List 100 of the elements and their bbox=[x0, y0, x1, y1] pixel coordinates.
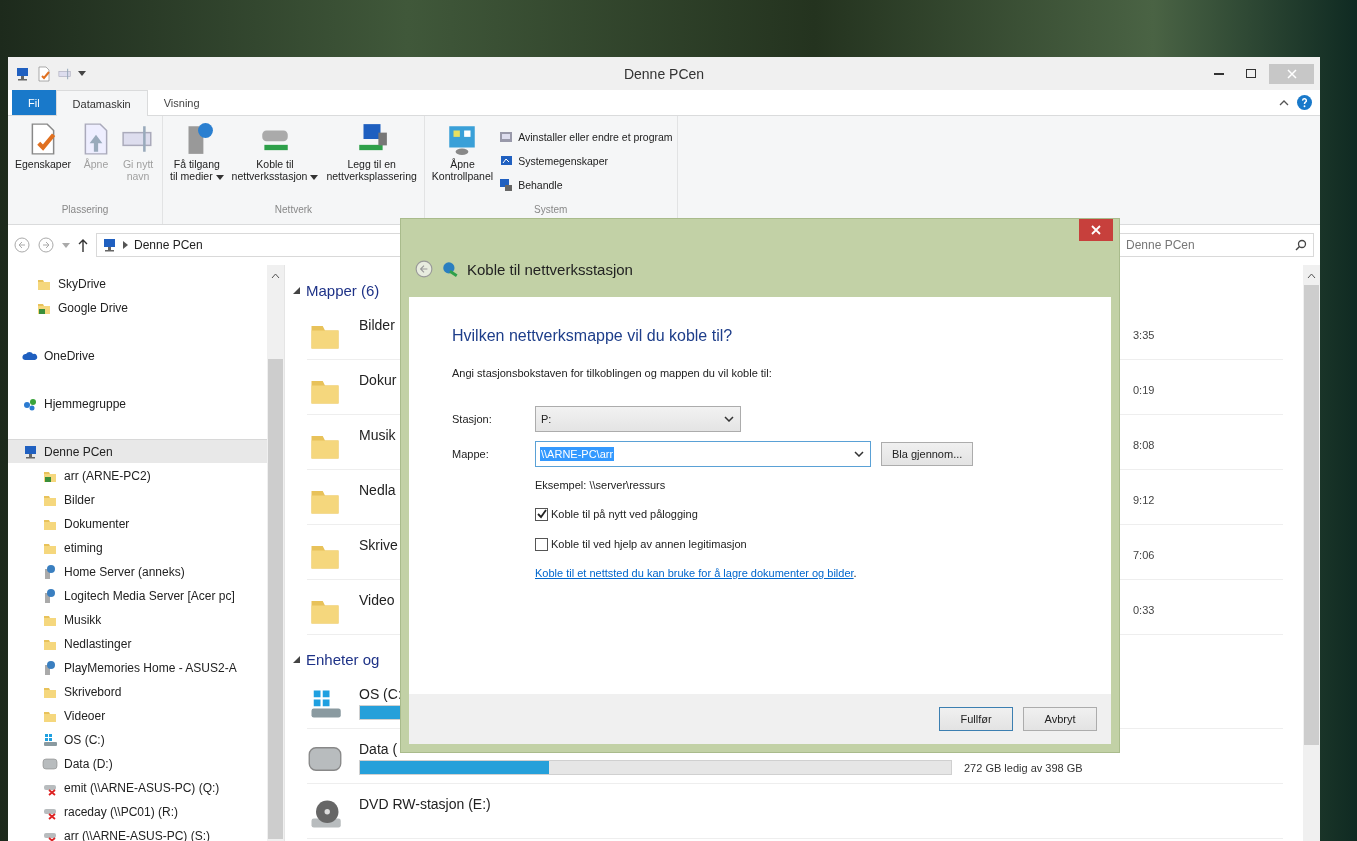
modified-time: 3:35 bbox=[1133, 328, 1156, 341]
ribbon-button[interactable]: Få tilgang til medier bbox=[167, 120, 227, 184]
tree-item[interactable]: arr (ARNE-PC2) bbox=[8, 463, 267, 487]
ribbon-small-button[interactable]: Avinstaller eller endre et program bbox=[498, 126, 673, 148]
chevron-up-icon[interactable] bbox=[1307, 273, 1316, 279]
tree-item[interactable]: Skrivebord bbox=[8, 679, 267, 703]
cancel-button[interactable]: Avbryt bbox=[1023, 707, 1097, 731]
caret-icon bbox=[62, 242, 70, 248]
close-icon bbox=[1286, 68, 1297, 79]
dialog-heading: Hvilken nettverksmappe vil du koble til? bbox=[452, 327, 734, 345]
tree-item[interactable]: Bilder bbox=[8, 487, 267, 511]
computer-icon bbox=[14, 65, 30, 82]
tree-item[interactable]: SkyDrive bbox=[8, 271, 267, 295]
ribbon-tab[interactable]: Datamaskin bbox=[55, 90, 148, 116]
search-field[interactable]: Denne PCen bbox=[1119, 233, 1314, 257]
window-title: Denne PCen bbox=[622, 65, 706, 82]
scrollbar[interactable] bbox=[1303, 265, 1320, 841]
chevron-down-icon bbox=[854, 450, 864, 457]
tree-item[interactable]: Musikk bbox=[8, 607, 267, 631]
server-icon bbox=[42, 587, 58, 604]
tree-item[interactable]: Videoer bbox=[8, 703, 267, 727]
modified-time: 0:33 bbox=[1133, 603, 1156, 616]
ribbon-small-button[interactable]: Systemegenskaper bbox=[498, 150, 673, 172]
maximize-icon bbox=[1246, 69, 1256, 78]
ribbon-button-label: Få tilgang til medier bbox=[170, 158, 224, 182]
item-name: DVD RW-stasjon (E:) bbox=[359, 796, 491, 812]
caret-icon bbox=[310, 175, 319, 180]
tree-item[interactable]: Nedlastinger bbox=[8, 631, 267, 655]
search-icon bbox=[1295, 239, 1307, 251]
ribbon-button[interactable]: Åpne Kontrollpanel bbox=[428, 120, 497, 184]
group-title: Plassering bbox=[60, 204, 110, 215]
scrollbar[interactable] bbox=[267, 265, 284, 841]
section-heading: Mapper (6) bbox=[306, 281, 380, 299]
website-link[interactable]: Koble til et nettsted du kan bruke for å lagre dokumenter og bilder bbox=[535, 567, 854, 579]
system-drive-icon bbox=[42, 731, 58, 748]
checkbox[interactable] bbox=[535, 507, 548, 521]
up-arrow-icon[interactable] bbox=[78, 238, 88, 252]
browse-button[interactable]: Bla gjennom... bbox=[881, 441, 974, 466]
link-sentence: Koble til et nettsted du kan bruke for å lagre dokumenter og bilder. bbox=[535, 566, 858, 581]
finish-button[interactable]: Fullfør bbox=[939, 707, 1013, 731]
chevron-up-icon[interactable] bbox=[271, 273, 280, 279]
ribbon-button[interactable]: Legg til en nettverksplassering bbox=[323, 120, 420, 184]
instruction-text: Angi stasjonsbokstaven for tilkoblingen og mappen du vil koble til: bbox=[452, 367, 773, 379]
free-space-text: 272 GB ledig av 398 GB bbox=[964, 761, 1083, 774]
tree-item[interactable]: PlayMemories Home - ASUS2-A bbox=[8, 655, 267, 679]
breadcrumb[interactable]: Denne PCen bbox=[134, 238, 203, 252]
modified-time: 7:06 bbox=[1133, 548, 1156, 561]
collapse-triangle-icon[interactable] bbox=[293, 655, 300, 663]
tree-item[interactable]: Home Server (anneks) bbox=[8, 559, 267, 583]
close-button[interactable] bbox=[1079, 219, 1113, 241]
item-name: Skrive bbox=[359, 537, 398, 553]
checkbox[interactable] bbox=[535, 537, 548, 551]
ribbon-tab[interactable]: Visning bbox=[147, 90, 216, 115]
tree-item[interactable]: OS (C:) bbox=[8, 727, 267, 751]
server-icon bbox=[42, 563, 58, 580]
item-name: Data ( bbox=[359, 741, 398, 757]
content-item[interactable]: DVD RW-stasjon (E:) bbox=[307, 784, 1283, 839]
computer-icon bbox=[22, 443, 38, 460]
minimize-icon bbox=[1214, 72, 1224, 75]
program-icon bbox=[498, 129, 515, 145]
tree-item[interactable]: Google Drive bbox=[8, 295, 267, 319]
drive-select[interactable]: P: bbox=[535, 405, 741, 432]
file-tab[interactable]: Fil bbox=[12, 90, 56, 115]
ribbon-button-label: Åpne bbox=[83, 158, 109, 170]
modified-time: 8:08 bbox=[1133, 438, 1156, 451]
item-name: OS (C: bbox=[359, 686, 402, 702]
modified-time: 9:12 bbox=[1133, 493, 1156, 506]
tree-item[interactable]: Logitech Media Server [Acer pc] bbox=[8, 583, 267, 607]
rename-field-icon bbox=[58, 66, 72, 81]
group-title: Nettverk bbox=[273, 204, 314, 215]
ribbon-button[interactable]: Koble til nettverksstasjon bbox=[228, 120, 322, 184]
chevron-down-icon bbox=[724, 415, 734, 422]
tree-item[interactable]: Dokumenter bbox=[8, 511, 267, 535]
ribbon-button-label: Egenskaper bbox=[15, 158, 72, 170]
tree-item[interactable]: OneDrive bbox=[8, 343, 267, 367]
field-label: Stasjon: bbox=[452, 412, 493, 425]
chevron-up-icon[interactable] bbox=[1279, 99, 1289, 106]
computer-management-icon bbox=[498, 177, 515, 193]
item-name: Musik bbox=[359, 427, 396, 443]
tree-item[interactable]: raceday (\\PC01) (R:) bbox=[8, 799, 267, 823]
document-check-icon bbox=[36, 65, 52, 82]
collapse-triangle-icon[interactable] bbox=[293, 286, 300, 294]
checkbox-label: Koble til ved hjelp av annen legitimasjon bbox=[551, 538, 747, 550]
chevron-right-icon bbox=[123, 241, 128, 249]
item-name: Bilder bbox=[359, 317, 395, 333]
server-icon bbox=[42, 659, 58, 676]
tree-item[interactable]: Denne PCen bbox=[8, 439, 267, 463]
group-title: System bbox=[533, 204, 569, 215]
item-name: Video bbox=[359, 592, 395, 608]
tree-item[interactable]: emit (\\ARNE-ASUS-PC) (Q:) bbox=[8, 775, 267, 799]
tree-item[interactable]: Hjemmegruppe bbox=[8, 391, 267, 415]
ribbon-button[interactable]: Egenskaper bbox=[12, 120, 75, 172]
item-name: Dokur bbox=[359, 372, 397, 388]
ribbon-small-button[interactable]: Behandle bbox=[498, 174, 673, 196]
help-icon[interactable] bbox=[1297, 95, 1312, 110]
drive-icon bbox=[42, 755, 58, 772]
tree-item[interactable]: etiming bbox=[8, 535, 267, 559]
tree-item[interactable]: Data (D:) bbox=[8, 751, 267, 775]
ribbon-button-label: Koble til nettverksstasjon bbox=[231, 158, 319, 182]
caret-icon bbox=[78, 71, 86, 76]
